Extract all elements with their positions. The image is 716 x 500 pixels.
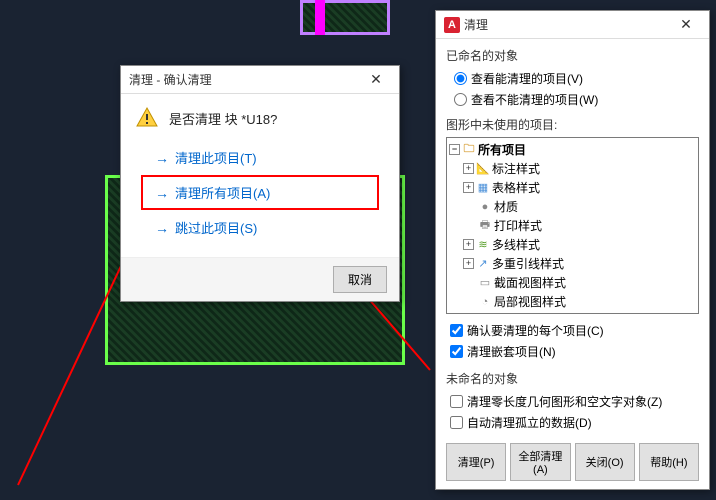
tree-item-label: 材质 <box>494 198 518 215</box>
radio-label: 查看能清理的项目(V) <box>471 70 583 87</box>
tree-item-label: 截面视图样式 <box>494 274 566 291</box>
option-label: 清理所有项目(A) <box>175 183 270 202</box>
check-confirm-each[interactable]: 确认要清理的每个项目(C) <box>446 320 699 341</box>
confirm-purge-dialog: 清理 - 确认清理 ✕ 是否清理 块 *U18? → 清理此项目(T) → 清理… <box>120 65 400 302</box>
confirm-title: 清理 - 确认清理 <box>129 71 361 88</box>
item-type-icon: 📐 <box>476 162 490 176</box>
close-icon[interactable]: ✕ <box>361 68 391 92</box>
tree-item[interactable]: +↗多重引线样式 <box>449 254 696 273</box>
tree-item[interactable]: ◔局部视图样式 <box>449 292 696 311</box>
purge-button[interactable]: 清理(P) <box>446 443 506 481</box>
pcb-block-top <box>300 0 390 35</box>
purge-dialog: A 清理 ✕ 已命名的对象 查看能清理的项目(V) 查看不能清理的项目(W) 图… <box>435 10 710 490</box>
tree-item-label: 多线样式 <box>492 236 540 253</box>
collapse-icon[interactable]: − <box>449 144 460 155</box>
confirm-message: 是否清理 块 *U18? <box>169 109 277 128</box>
confirm-titlebar[interactable]: 清理 - 确认清理 ✕ <box>121 66 399 94</box>
radio-label: 查看不能清理的项目(W) <box>471 91 598 108</box>
radio-view-purgeable[interactable]: 查看能清理的项目(V) <box>446 68 699 89</box>
item-type-icon: ≋ <box>476 238 490 252</box>
warning-icon <box>135 106 159 130</box>
check-orphan-data[interactable]: 自动清理孤立的数据(D) <box>446 412 699 433</box>
check-label: 清理零长度几何图形和空文字对象(Z) <box>467 393 662 410</box>
pcb-accent <box>315 0 325 35</box>
item-type-icon: ◔ <box>478 295 492 309</box>
checkbox-input[interactable] <box>450 345 463 358</box>
item-type-icon: ● <box>478 200 492 214</box>
radio-input[interactable] <box>454 72 467 85</box>
check-zero-length[interactable]: 清理零长度几何图形和空文字对象(Z) <box>446 391 699 412</box>
help-button[interactable]: 帮助(H) <box>639 443 699 481</box>
option-skip[interactable]: → 跳过此项目(S) <box>135 210 385 245</box>
check-label: 清理嵌套项目(N) <box>467 343 556 360</box>
named-objects-label: 已命名的对象 <box>446 47 699 64</box>
tree-item-label: 标注样式 <box>492 160 540 177</box>
check-label: 自动清理孤立的数据(D) <box>467 414 592 431</box>
tree-item-label: 块 <box>492 312 504 314</box>
purge-tree[interactable]: − 🗀 所有项目 +📐标注样式+▦表格样式●材质🖶打印样式+≋多线样式+↗多重引… <box>446 137 699 314</box>
tree-item-label: 表格样式 <box>492 179 540 196</box>
check-label: 确认要清理的每个项目(C) <box>467 322 604 339</box>
tree-item[interactable]: +📐标注样式 <box>449 159 696 178</box>
item-type-icon: ⊞ <box>476 314 490 315</box>
option-label: 清理此项目(T) <box>175 148 257 167</box>
check-nested[interactable]: 清理嵌套项目(N) <box>446 341 699 362</box>
item-type-icon: ▭ <box>478 276 492 290</box>
tree-item-label: 打印样式 <box>494 217 542 234</box>
item-type-icon: ▦ <box>476 181 490 195</box>
purge-title: 清理 <box>464 16 671 33</box>
item-type-icon: ↗ <box>476 257 490 271</box>
tree-item-label: 多重引线样式 <box>492 255 564 272</box>
autocad-icon: A <box>444 17 460 33</box>
tree-item[interactable]: +≋多线样式 <box>449 235 696 254</box>
purge-titlebar[interactable]: A 清理 ✕ <box>436 11 709 39</box>
close-button[interactable]: 关闭(O) <box>575 443 635 481</box>
folder-icon: 🗀 <box>462 143 476 157</box>
unnamed-objects-label: 未命名的对象 <box>446 370 699 387</box>
option-label: 跳过此项目(S) <box>175 218 257 237</box>
checkbox-input[interactable] <box>450 324 463 337</box>
cancel-button[interactable]: 取消 <box>333 266 387 293</box>
purge-all-button[interactable]: 全部清理(A) <box>510 443 570 481</box>
radio-input[interactable] <box>454 93 467 106</box>
tree-item[interactable]: 🖶打印样式 <box>449 216 696 235</box>
item-type-icon: 🖶 <box>478 219 492 233</box>
expand-icon[interactable]: + <box>463 163 474 174</box>
tree-item[interactable]: ▭截面视图样式 <box>449 273 696 292</box>
tree-root[interactable]: − 🗀 所有项目 <box>449 140 696 159</box>
tree-item-label: 局部视图样式 <box>494 293 566 310</box>
arrow-icon: → <box>155 185 169 201</box>
checkbox-input[interactable] <box>450 416 463 429</box>
expand-icon[interactable]: + <box>463 239 474 250</box>
tree-root-label: 所有项目 <box>478 141 526 158</box>
checkbox-input[interactable] <box>450 395 463 408</box>
radio-view-nonpurgeable[interactable]: 查看不能清理的项目(W) <box>446 89 699 110</box>
expand-icon[interactable]: + <box>463 182 474 193</box>
expand-icon[interactable]: + <box>463 258 474 269</box>
tree-caption: 图形中未使用的项目: <box>446 116 699 133</box>
arrow-icon: → <box>155 150 169 166</box>
option-purge-all[interactable]: → 清理所有项目(A) <box>141 175 379 210</box>
option-purge-this[interactable]: → 清理此项目(T) <box>135 140 385 175</box>
close-icon[interactable]: ✕ <box>671 13 701 37</box>
tree-item[interactable]: +▦表格样式 <box>449 178 696 197</box>
arrow-icon: → <box>155 220 169 236</box>
tree-item[interactable]: +⊞块 <box>449 311 696 314</box>
tree-item[interactable]: ●材质 <box>449 197 696 216</box>
